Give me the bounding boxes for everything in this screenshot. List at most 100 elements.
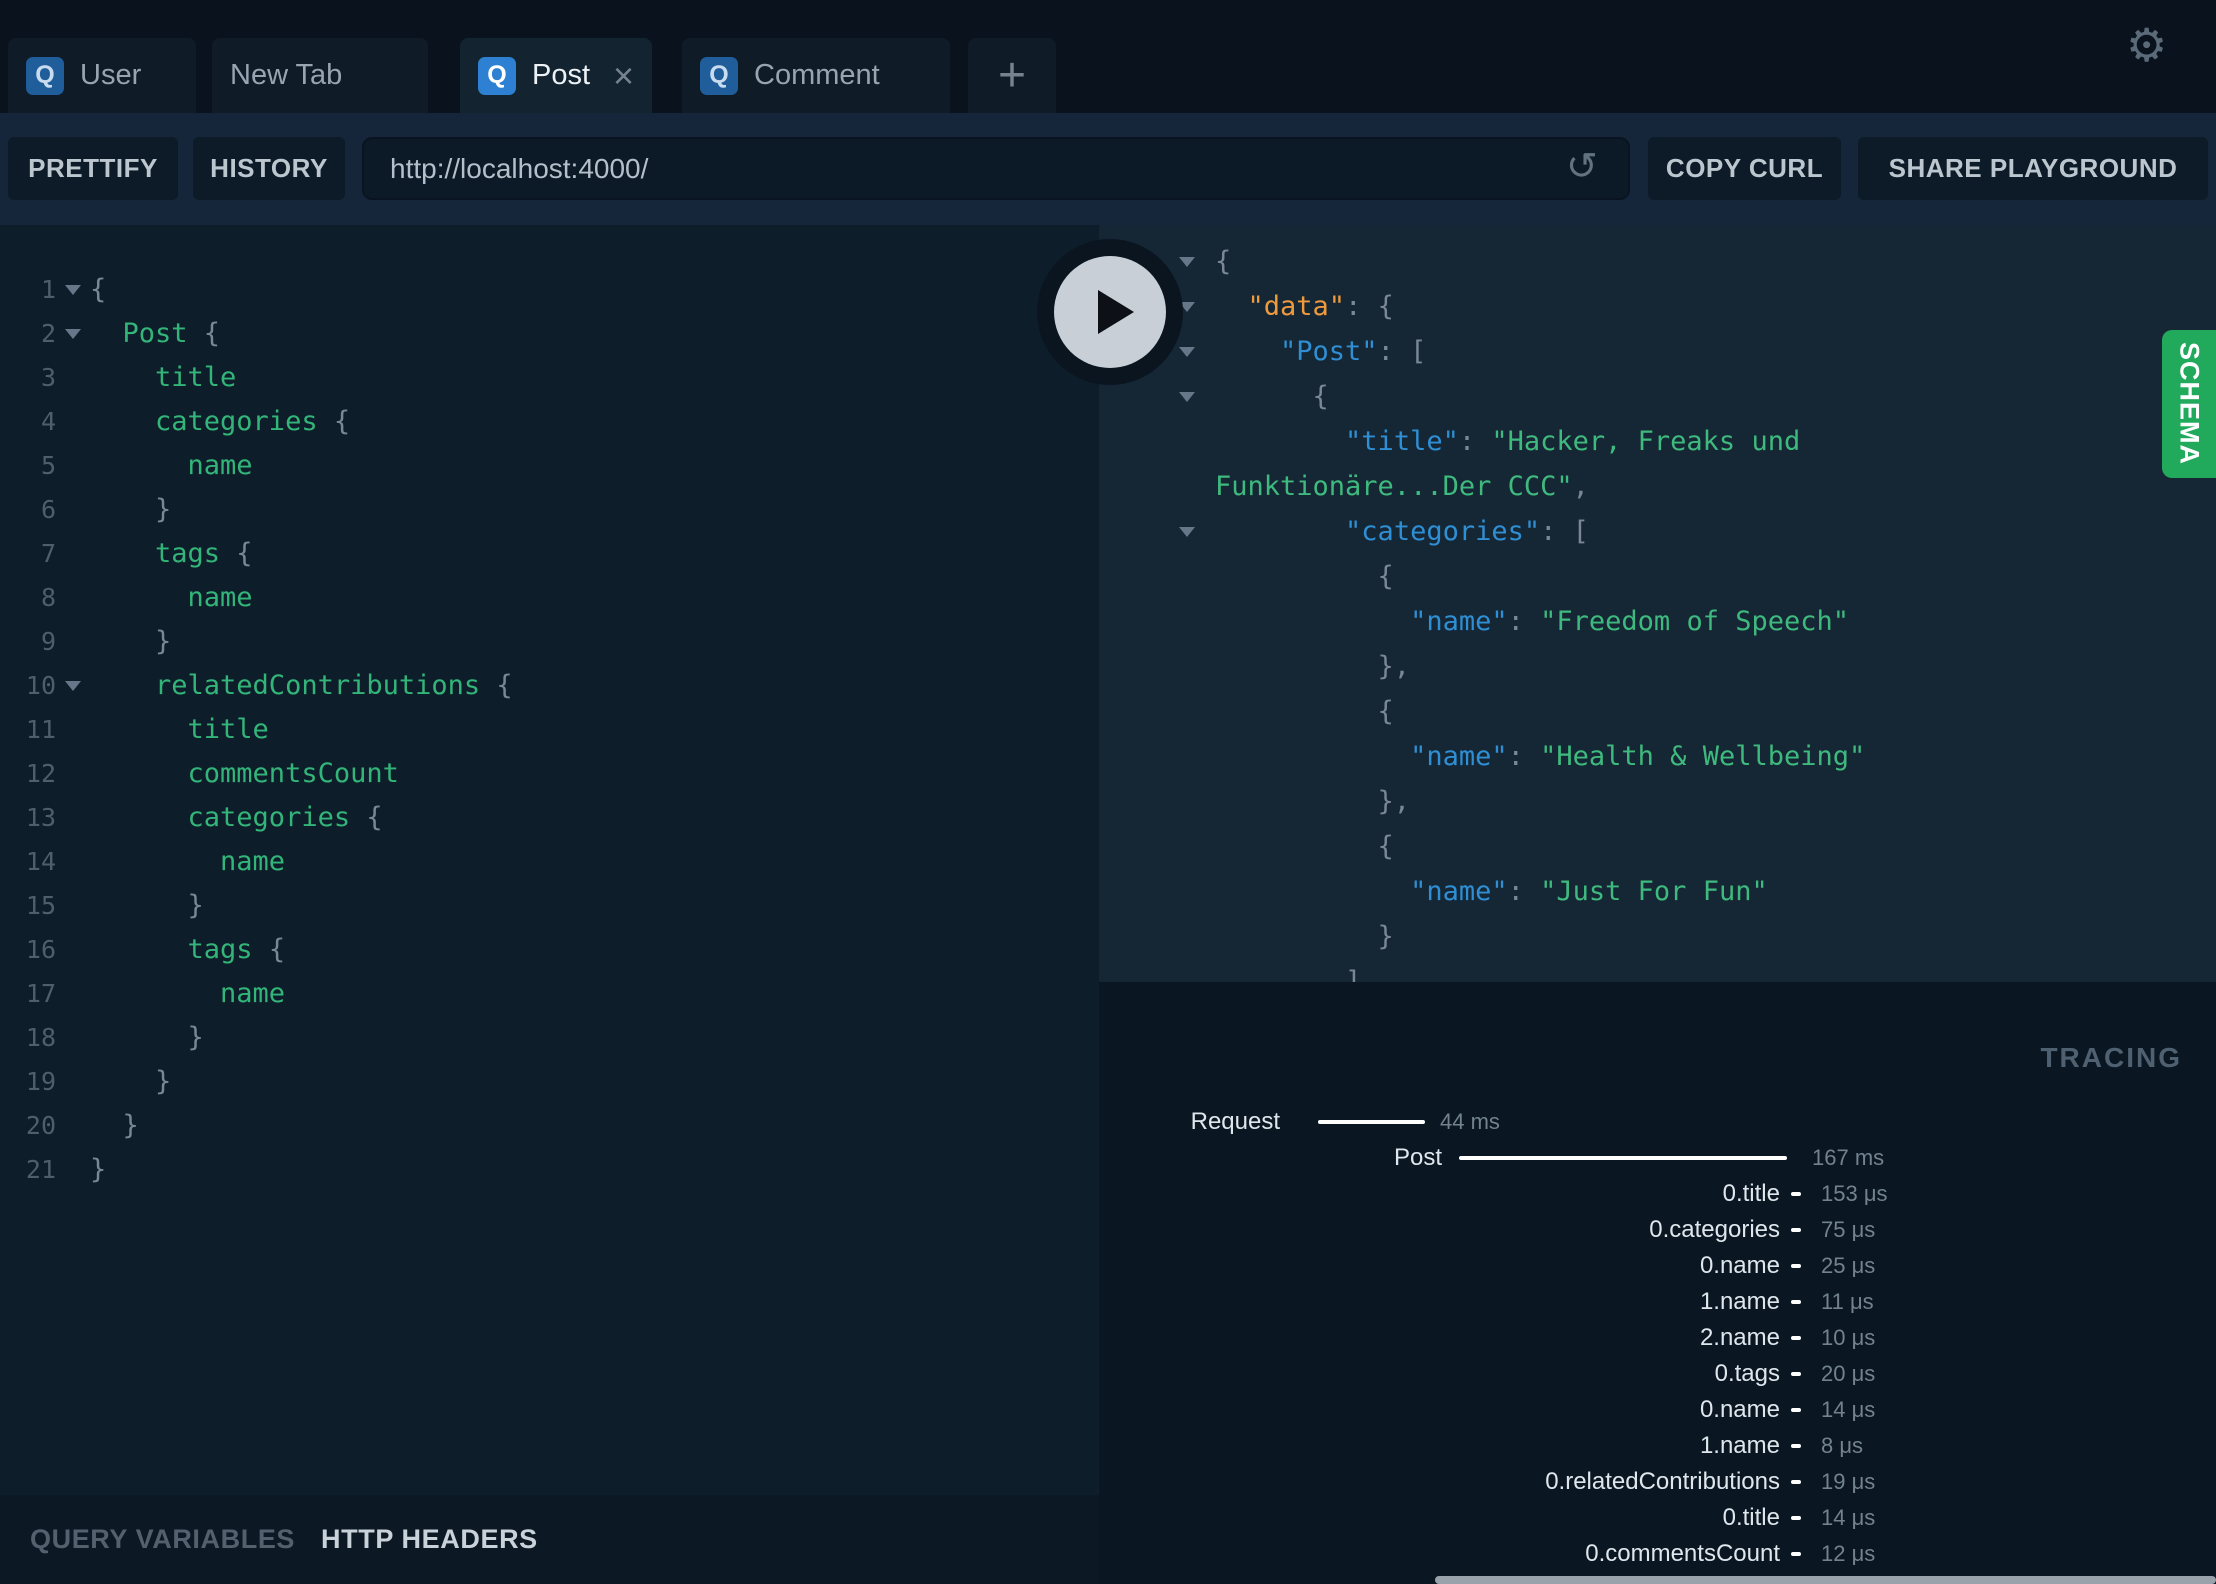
trace-duration-bar [1791,1408,1801,1412]
horizontal-scrollbar[interactable] [1435,1576,2216,1584]
trace-duration-bar [1791,1228,1801,1232]
trace-duration-bar [1791,1300,1801,1304]
response-text: "categories": [ [1345,516,1589,547]
fold-triangle [65,285,81,295]
code-text: } [90,626,172,657]
prettify-button[interactable]: PRETTIFY [8,137,178,200]
tab-query-variables[interactable]: QUERY VARIABLES [30,1524,295,1555]
code-text: categories { [90,802,383,833]
response-text: }, [1215,786,1411,817]
response-line: "name": "Health & Wellbeing" [1099,734,2216,779]
line-number: 6 [40,495,56,524]
tracing-rows: Request 44 ms Post 167 ms 0.title 153 μs 0.cat… [1099,1104,2216,1584]
tab-label: Post [532,59,591,91]
trace-label: 0.categories [1649,1216,1780,1243]
endpoint-url-input[interactable] [362,137,1630,200]
response-text: { [1215,246,1232,277]
trace-duration-value: 25 μs [1821,1253,1876,1278]
line-number: 11 [25,715,56,744]
share-playground-button[interactable]: SHARE PLAYGROUND [1858,137,2208,200]
editor-line: 19 } [0,1060,1099,1104]
trace-label: 1.name [1699,1288,1780,1315]
fold-arrow-icon[interactable] [56,268,90,312]
line-number: 20 [25,1111,56,1140]
response-text: ] [1215,966,1362,982]
tab-post[interactable]: Q Post × [460,38,652,113]
line-number: 21 [25,1155,56,1184]
line-number: 16 [25,935,56,964]
fold-arrow-icon[interactable] [56,312,90,356]
fold-arrow-icon[interactable] [1179,374,1215,419]
trace-row: 0.commentsCount 12 μs [1099,1536,2216,1572]
tab-label: User [80,59,142,91]
trace-duration-bar [1318,1120,1425,1124]
tab-bar: Q User New Tab Q Post × Q Comment + ⚙ [0,0,2216,113]
editor-line: 7 tags { [0,532,1099,576]
trace-duration-bar [1459,1156,1787,1160]
editor-line: 17 name [0,972,1099,1016]
fold-arrow-icon[interactable] [1179,284,1215,329]
trace-duration-value: 167 ms [1812,1145,1885,1170]
editor-line: 14 name [0,840,1099,884]
editor-line: 16 tags { [0,928,1099,972]
refresh-schema-icon[interactable]: ↺ [1566,137,1598,200]
schema-side-tab[interactable]: SCHEMA [2162,330,2216,478]
new-tab-button[interactable]: + [968,38,1056,113]
code-text: name [90,582,253,613]
code-text: } [90,1022,204,1053]
response-text: }, [1215,651,1411,682]
trace-row: 0.relatedContributions 19 μs [1099,1464,2216,1500]
fold-triangle [1179,526,1195,537]
editor-line: 2 Post { [0,312,1099,356]
history-button[interactable]: HISTORY [193,137,345,200]
tab-new-tab[interactable]: New Tab [212,38,428,113]
code-text: } [90,1066,172,1097]
fold-arrow-icon[interactable] [1179,239,1215,284]
trace-label: 0.title [1722,1504,1780,1531]
editor-line: 5 name [0,444,1099,488]
line-number: 8 [40,583,56,612]
execute-query-button[interactable] [1037,239,1183,385]
query-editor[interactable]: 1{2 Post {3 title 4 categories {5 name 6 }… [0,225,1099,1495]
line-number: 10 [25,671,56,700]
editor-line: 10 relatedContributions { [0,664,1099,708]
tab-http-headers[interactable]: HTTP HEADERS [321,1524,538,1555]
code-text: categories { [90,406,351,437]
response-text: "name": "Health & Wellbeing" [1410,741,1866,772]
editor-line: 12 commentsCount [0,752,1099,796]
trace-duration-bar [1791,1336,1801,1340]
response-line: "name": "Freedom of Speech" [1099,599,2216,644]
response-line: }, [1099,779,2216,824]
tab-comment[interactable]: Q Comment [682,38,950,113]
trace-row: 0.title 153 μs [1099,1176,2216,1212]
copy-curl-button[interactable]: COPY CURL [1648,137,1841,200]
response-line: ] [1099,959,2216,982]
settings-gear-icon[interactable]: ⚙ [2126,18,2167,72]
response-text: } [1215,921,1394,952]
line-number: 9 [40,627,56,656]
response-text: "title": "Hacker, Freaks und [1345,426,1801,457]
response-text: Funktionäre...Der CCC", [1215,471,1589,502]
trace-row: 0.title 14 μs [1099,1500,2216,1536]
tab-user[interactable]: Q User [8,38,196,113]
editor-line: 15 } [0,884,1099,928]
fold-arrow-icon[interactable] [1179,509,1215,554]
response-line: { [1099,689,2216,734]
fold-triangle [1179,346,1195,357]
trace-duration-bar [1791,1480,1801,1484]
trace-duration-bar [1791,1516,1801,1520]
close-tab-icon[interactable]: × [599,57,634,94]
fold-arrow-icon[interactable] [56,664,90,708]
response-line: "title": "Hacker, Freaks und [1099,419,2216,464]
trace-label: 2.name [1699,1324,1780,1351]
fold-arrow-icon[interactable] [1179,329,1215,374]
